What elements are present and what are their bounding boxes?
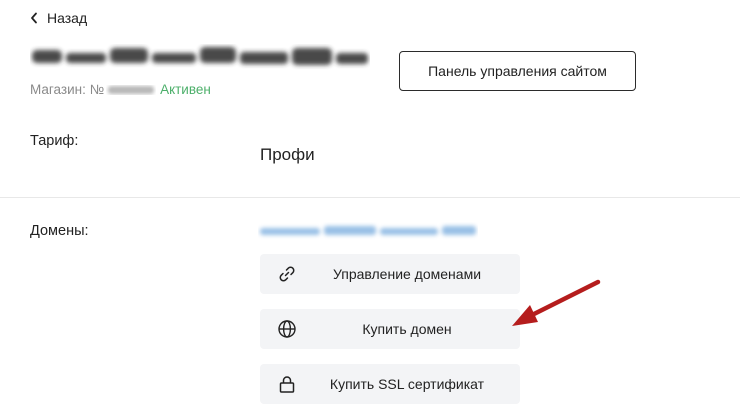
buy-ssl-button[interactable]: Купить SSL сертификат xyxy=(260,364,520,404)
shop-info-line: Магазин: № Активен xyxy=(30,82,211,97)
tariff-label: Тариф: xyxy=(30,133,79,149)
link-icon xyxy=(277,264,297,284)
manage-domains-label: Управление доменами xyxy=(332,266,482,282)
globe-icon xyxy=(277,319,297,339)
tariff-value: Профи xyxy=(260,145,315,164)
buy-ssl-label: Купить SSL сертификат xyxy=(329,376,485,392)
lock-icon xyxy=(277,374,297,394)
site-control-panel-button[interactable]: Панель управления сайтом xyxy=(399,51,636,91)
chevron-left-icon xyxy=(30,12,38,24)
shop-status-badge: Активен xyxy=(160,82,211,97)
shop-number-blurred xyxy=(106,84,156,96)
domains-label: Домены: xyxy=(30,223,89,239)
shop-number-label: Магазин: № xyxy=(30,82,105,97)
back-link-label: Назад xyxy=(47,10,88,26)
red-arrow-annotation xyxy=(500,275,610,335)
section-divider xyxy=(0,197,740,198)
buy-domain-label: Купить домен xyxy=(362,321,452,337)
domain-name-blurred[interactable] xyxy=(258,222,478,240)
shop-name-blurred xyxy=(30,44,370,70)
buy-domain-button[interactable]: Купить домен xyxy=(260,309,520,349)
manage-domains-button[interactable]: Управление доменами xyxy=(260,254,520,294)
back-link[interactable]: Назад xyxy=(30,10,87,26)
